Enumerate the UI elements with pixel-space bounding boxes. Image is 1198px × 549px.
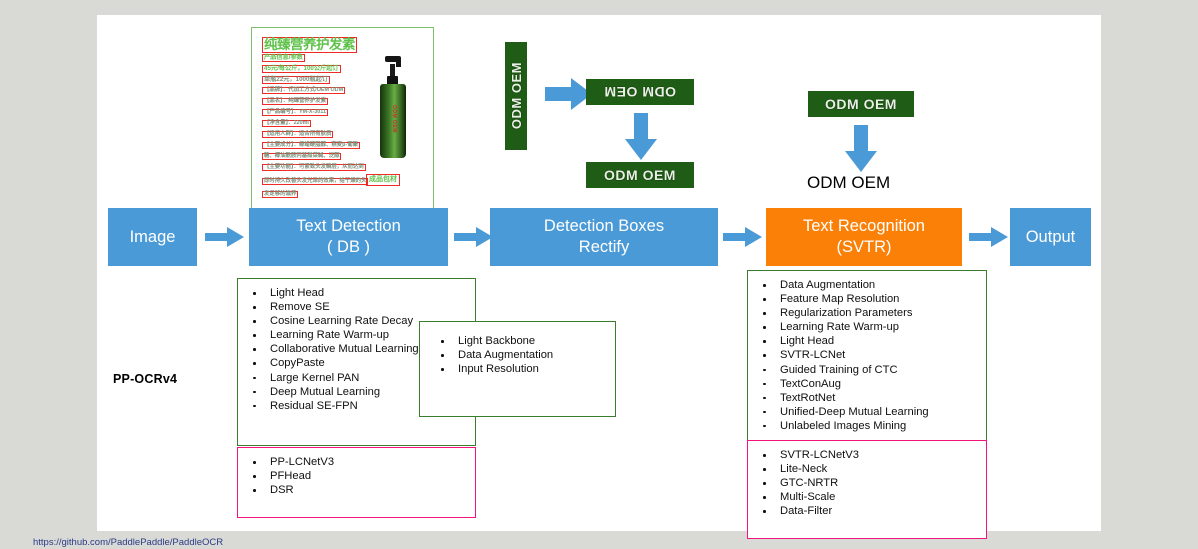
detected-line-7: 【适用人群】：适合所有肤质 bbox=[262, 131, 334, 139]
list-item: SVTR-LCNetV3 bbox=[754, 448, 980, 462]
stage-text-recognition-label-1: Text Recognition bbox=[803, 217, 925, 236]
stage-rectify-label-1: Detection Boxes bbox=[543, 217, 665, 236]
sample-title-detection-box: 纯臻营养护发素 bbox=[262, 37, 357, 53]
list-item: Light Head bbox=[244, 286, 469, 300]
rectify-features-list: Light Backbone Data Augmentation Input R… bbox=[432, 334, 609, 376]
slide-canvas: 纯臻营养护发素 产品信息/参数 45元/每公斤，100公斤起订 单瓶22元，10… bbox=[97, 15, 1101, 539]
footnote-link[interactable]: https://github.com/PaddlePaddle/PaddleOC… bbox=[33, 537, 1133, 549]
vertical-text-crop: ODM OEM bbox=[505, 42, 527, 150]
rectify-features-box: Light Backbone Data Augmentation Input R… bbox=[419, 321, 616, 417]
pipeline-family-label: PP-OCRv4 bbox=[113, 372, 178, 386]
stage-text-detection-label-2: ( DB ) bbox=[326, 238, 371, 256]
stage-image-label: Image bbox=[129, 227, 176, 246]
stage-text-recognition[interactable]: Text Recognition (SVTR) bbox=[766, 208, 962, 266]
bottle-nozzle-icon bbox=[396, 59, 401, 67]
list-item: Guided Training of CTC bbox=[754, 363, 980, 377]
list-item: Data-Filter bbox=[754, 504, 980, 518]
arrow-detection-to-rectify bbox=[454, 227, 493, 247]
recognition-input-crop: ODM OEM bbox=[808, 91, 914, 117]
detected-line-10: 【主要功能】：可紧致头发磷层，从而达到 bbox=[262, 164, 366, 172]
detected-line-11: 即时持久改善头发光泽的效果，给干燥的头 bbox=[262, 178, 369, 186]
list-item: DSR bbox=[244, 483, 469, 497]
arrow-rectify-to-recognition bbox=[723, 227, 762, 247]
list-item: Light Backbone bbox=[432, 334, 609, 348]
stage-text-recognition-label-2: (SVTR) bbox=[836, 238, 892, 256]
list-item: SVTR-LCNet bbox=[754, 348, 980, 362]
detected-line-5: 【产品编号】：YM-X-3011 bbox=[262, 109, 329, 117]
arrow-down-recognition bbox=[845, 125, 877, 172]
list-item: Multi-Scale bbox=[754, 490, 980, 504]
detected-line-8: 【主要成分】：鲸蜡硬脂醇、燕麦β-葡聚 bbox=[262, 142, 361, 150]
stage-output[interactable]: Output bbox=[1010, 208, 1091, 266]
recognition-new-modules-list: SVTR-LCNetV3 Lite-Neck GTC-NRTR Multi-Sc… bbox=[754, 448, 980, 518]
list-item: Unified-Deep Mutual Learning bbox=[754, 405, 980, 419]
flipped-text-crop: ODM OEM bbox=[586, 79, 694, 105]
recognition-features-list: Data Augmentation Feature Map Resolution… bbox=[754, 278, 980, 433]
list-item: Data Augmentation bbox=[754, 278, 980, 292]
list-item: PFHead bbox=[244, 469, 469, 483]
list-item: Unlabeled Images Mining bbox=[754, 419, 980, 433]
detected-line-3: 【品牌】：代加工方式/OEM ODM bbox=[262, 87, 346, 95]
list-item: PP-LCNetV3 bbox=[244, 455, 469, 469]
detected-line-2: 单瓶22元，1000瓶起订 bbox=[262, 76, 330, 85]
list-item: Learning Rate Warm-up bbox=[754, 320, 980, 334]
arrow-recognition-to-output bbox=[969, 227, 1008, 247]
detected-line-12: 发足够的滋养 bbox=[262, 191, 299, 199]
stage-rectify-label-2: Rectify bbox=[578, 238, 630, 256]
stage-image[interactable]: Image bbox=[108, 208, 197, 266]
recognition-output-text: ODM OEM bbox=[807, 173, 891, 192]
arrow-down-rectify bbox=[625, 113, 657, 160]
stage-text-detection[interactable]: Text Detection ( DB ) bbox=[249, 208, 448, 266]
recognition-input-crop-label: ODM OEM bbox=[825, 96, 897, 112]
bottle-label-text: ODM OEM bbox=[391, 105, 397, 133]
stage-detection-boxes-rectify[interactable]: Detection Boxes Rectify bbox=[490, 208, 718, 266]
list-item: Feature Map Resolution bbox=[754, 292, 980, 306]
arrow-image-to-detection bbox=[205, 227, 244, 247]
corrected-text-crop: ODM OEM bbox=[586, 162, 694, 188]
sample-product-image: 纯臻营养护发素 产品信息/参数 45元/每公斤，100公斤起订 单瓶22元，10… bbox=[251, 27, 434, 210]
list-item: GTC-NRTR bbox=[754, 476, 980, 490]
package-tag-detection-box: 成品包材 bbox=[366, 174, 400, 186]
detected-line-0: 产品信息/参数 bbox=[262, 54, 305, 63]
detection-new-modules-box: PP-LCNetV3 PFHead DSR bbox=[237, 447, 476, 518]
detected-line-9: 糖、椰油酰胺丙基甜菜碱、泛醇 bbox=[262, 153, 342, 161]
product-bottle-illustration: ODM OEM bbox=[374, 50, 410, 158]
stage-text-detection-label-1: Text Detection bbox=[296, 217, 401, 236]
list-item: Input Resolution bbox=[432, 362, 609, 376]
list-item: Regularization Parameters bbox=[754, 306, 980, 320]
list-item: TextRotNet bbox=[754, 391, 980, 405]
detected-line-4: 【品名】：纯臻营养护发素 bbox=[262, 98, 328, 106]
detected-line-6: 【净含量】：220ml bbox=[262, 120, 311, 128]
list-item: Data Augmentation bbox=[432, 348, 609, 362]
stage-output-label: Output bbox=[1025, 227, 1076, 246]
flipped-text-crop-label: ODM OEM bbox=[604, 84, 676, 100]
detection-new-modules-list: PP-LCNetV3 PFHead DSR bbox=[244, 455, 469, 497]
vertical-text-crop-label: ODM OEM bbox=[508, 62, 524, 130]
list-item: Light Head bbox=[754, 334, 980, 348]
list-item: Remove SE bbox=[244, 300, 469, 314]
corrected-text-crop-label: ODM OEM bbox=[604, 167, 676, 183]
list-item: TextConAug bbox=[754, 377, 980, 391]
recognition-new-modules-box: SVTR-LCNetV3 Lite-Neck GTC-NRTR Multi-Sc… bbox=[747, 440, 987, 539]
recognition-features-box: Data Augmentation Feature Map Resolution… bbox=[747, 270, 987, 466]
list-item: Lite-Neck bbox=[754, 462, 980, 476]
detected-line-1: 45元/每公斤，100公斤起订 bbox=[262, 65, 341, 74]
